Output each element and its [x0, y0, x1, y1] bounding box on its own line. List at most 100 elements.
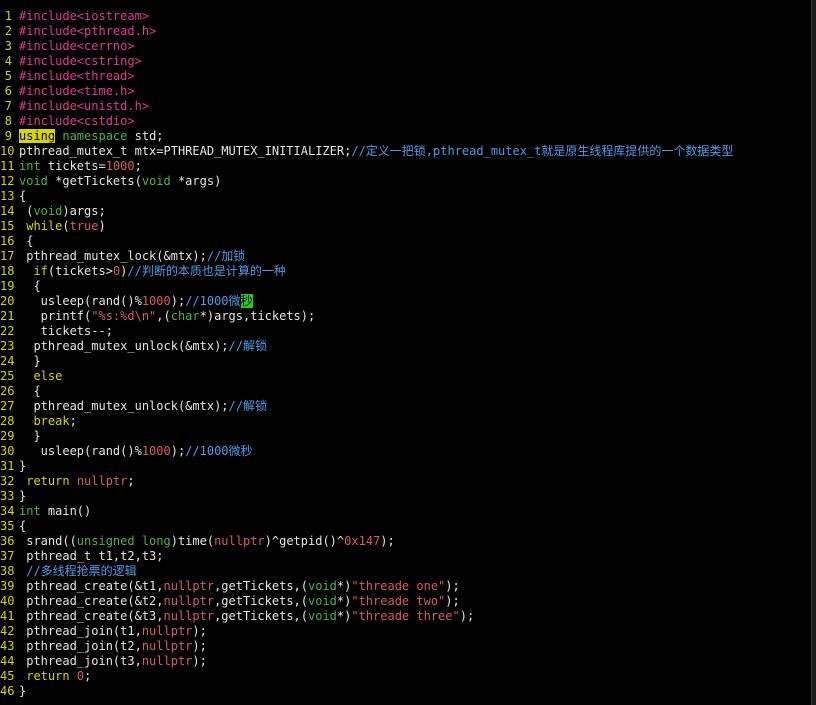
code-line[interactable]: 3 #include<cerrno> — [0, 39, 812, 54]
code-line[interactable]: 20 usleep(rand()%1000);//1000微秒 — [0, 294, 812, 309]
code-line[interactable]: 40 pthread_create(&t2,nullptr,getTickets… — [0, 594, 812, 609]
code-text: tickets--; — [12, 324, 113, 339]
code-line[interactable]: 24 } — [0, 354, 812, 369]
code-line[interactable]: 31} — [0, 459, 812, 474]
line-number: 45 — [0, 669, 15, 683]
code-line[interactable]: 15 while(true) — [0, 219, 812, 234]
code-line[interactable]: 17 pthread_mutex_lock(&mtx);//加锁 — [0, 249, 812, 264]
code-token: { — [19, 519, 27, 533]
line-number: 14 — [0, 204, 15, 218]
code-text: using namespace std; — [12, 129, 164, 144]
line-number: 9 — [4, 129, 12, 143]
line-number: 1 — [4, 9, 12, 23]
code-line[interactable]: 12 void *getTickets(void *args) — [0, 174, 812, 189]
code-token: { — [19, 384, 41, 398]
code-text: #include<cstdio> — [12, 114, 135, 129]
code-line[interactable]: 28 break; — [0, 414, 812, 429]
code-line[interactable]: 39 pthread_create(&t1,nullptr,getTickets… — [0, 579, 812, 594]
code-line[interactable]: 43 pthread_join(t2,nullptr); — [0, 639, 812, 654]
code-line[interactable]: 33} — [0, 489, 812, 504]
code-line[interactable]: 35 { — [0, 519, 812, 534]
code-text: #include<iostream> — [12, 9, 149, 24]
code-token: *args) — [170, 174, 222, 188]
code-token: )time( — [170, 534, 215, 548]
code-token: using — [19, 129, 56, 143]
code-line[interactable]: 44 pthread_join(t3,nullptr); — [0, 654, 812, 669]
code-token: *) — [336, 594, 352, 608]
code-line[interactable]: 23 pthread_mutex_unlock(&mtx);//解锁 — [0, 339, 812, 354]
code-line[interactable]: 13 { — [0, 189, 812, 204]
code-token: #include<pthread.h> — [19, 24, 157, 38]
code-line[interactable]: 4 #include<cstring> — [0, 54, 812, 69]
code-line[interactable]: 7 #include<unistd.h> — [0, 99, 812, 114]
line-number: 41 — [0, 609, 15, 623]
code-line[interactable]: 21 printf("%s:%d\n",(char*)args,tickets)… — [0, 309, 812, 324]
code-line[interactable]: 29 } — [0, 429, 812, 444]
code-line[interactable]: 2 #include<pthread.h> — [0, 24, 812, 39]
code-line[interactable]: 27 pthread_mutex_unlock(&mtx);//解锁 — [0, 399, 812, 414]
code-line[interactable]: 8 #include<cstdio> — [0, 114, 812, 129]
code-token: char — [170, 309, 200, 323]
code-line[interactable]: 26 { — [0, 384, 812, 399]
line-number: 16 — [0, 234, 15, 248]
code-token: ); — [192, 639, 207, 653]
code-token: ,getTickets,( — [214, 609, 308, 623]
code-token: 秒 — [240, 294, 253, 308]
line-number: 31 — [0, 459, 15, 473]
code-editor[interactable]: 1 #include<iostream> 2 #include<pthread.h> 3… — [0, 0, 812, 705]
code-line[interactable]: 34 int main() — [0, 504, 812, 519]
code-line[interactable]: 46} — [0, 684, 812, 699]
code-line[interactable]: 9 using namespace std; — [0, 129, 812, 144]
code-token: 1000 — [141, 294, 171, 308]
code-token: ); — [459, 609, 475, 623]
code-token: 1000 — [141, 444, 171, 458]
code-line[interactable]: 10 pthread_mutex_t mtx=PTHREAD_MUTEX_INIT… — [0, 144, 812, 159]
code-line[interactable]: 18 if(tickets>0)//判断的本质也是计算的一种 — [0, 264, 812, 279]
code-line[interactable]: 36 srand((unsigned long)time(nullptr)^ge… — [0, 534, 812, 549]
code-token: while — [26, 219, 63, 233]
code-text: return 0; — [12, 669, 91, 684]
code-line[interactable]: 11 int tickets=1000; — [0, 159, 812, 174]
code-token: ); — [380, 534, 395, 548]
code-text: int main() — [12, 504, 91, 519]
code-text: pthread_mutex_lock(&mtx);//加锁 — [12, 249, 245, 264]
code-line[interactable]: 22 tickets--; — [0, 324, 812, 339]
code-line[interactable]: 5 #include<thread> — [0, 69, 812, 84]
code-text: #include<unistd.h> — [12, 99, 149, 114]
code-token: } — [19, 429, 41, 443]
code-token: usleep(rand()% — [19, 444, 142, 458]
code-line[interactable]: 6 #include<time.h> — [0, 84, 812, 99]
code-text: pthread_mutex_unlock(&mtx);//解锁 — [12, 399, 267, 414]
code-line[interactable]: 1 #include<iostream> — [0, 9, 812, 24]
code-token: //解锁 — [228, 339, 267, 353]
code-token: void — [33, 204, 63, 218]
line-number: 10 — [0, 144, 15, 158]
code-line[interactable]: 14 (void)args; — [0, 204, 812, 219]
code-line[interactable]: 42 pthread_join(t1,nullptr); — [0, 624, 812, 639]
code-line[interactable]: 45 return 0; — [0, 669, 812, 684]
code-token: #include<unistd.h> — [19, 99, 150, 113]
code-line[interactable]: 16 { — [0, 234, 812, 249]
code-line[interactable]: 37 pthread_t t1,t2,t3; — [0, 549, 812, 564]
code-text: break; — [12, 414, 76, 429]
code-text: #include<cstring> — [12, 54, 142, 69]
code-token: } — [19, 489, 27, 503]
code-line[interactable]: 25 else — [0, 369, 812, 384]
code-token: if — [33, 264, 48, 278]
code-token: printf( — [19, 309, 92, 323]
code-line[interactable]: 41 pthread_create(&t3,nullptr,getTickets… — [0, 609, 812, 624]
code-text: { — [12, 279, 40, 294]
line-number: 42 — [0, 624, 15, 638]
code-text: pthread_join(t2,nullptr); — [12, 639, 207, 654]
code-token: //加锁 — [206, 249, 246, 263]
code-line[interactable]: 30 usleep(rand()%1000);//1000微秒 — [0, 444, 812, 459]
code-text: //多线程抢票的逻辑 — [12, 564, 136, 579]
line-number: 8 — [4, 114, 12, 128]
code-line[interactable]: 32 return nullptr; — [0, 474, 812, 489]
code-line[interactable]: 38 //多线程抢票的逻辑 — [0, 564, 812, 579]
code-line[interactable]: 19 { — [0, 279, 812, 294]
code-token: { — [19, 234, 34, 248]
code-token: #include<cstdio> — [19, 114, 135, 128]
line-number: 3 — [4, 39, 12, 53]
